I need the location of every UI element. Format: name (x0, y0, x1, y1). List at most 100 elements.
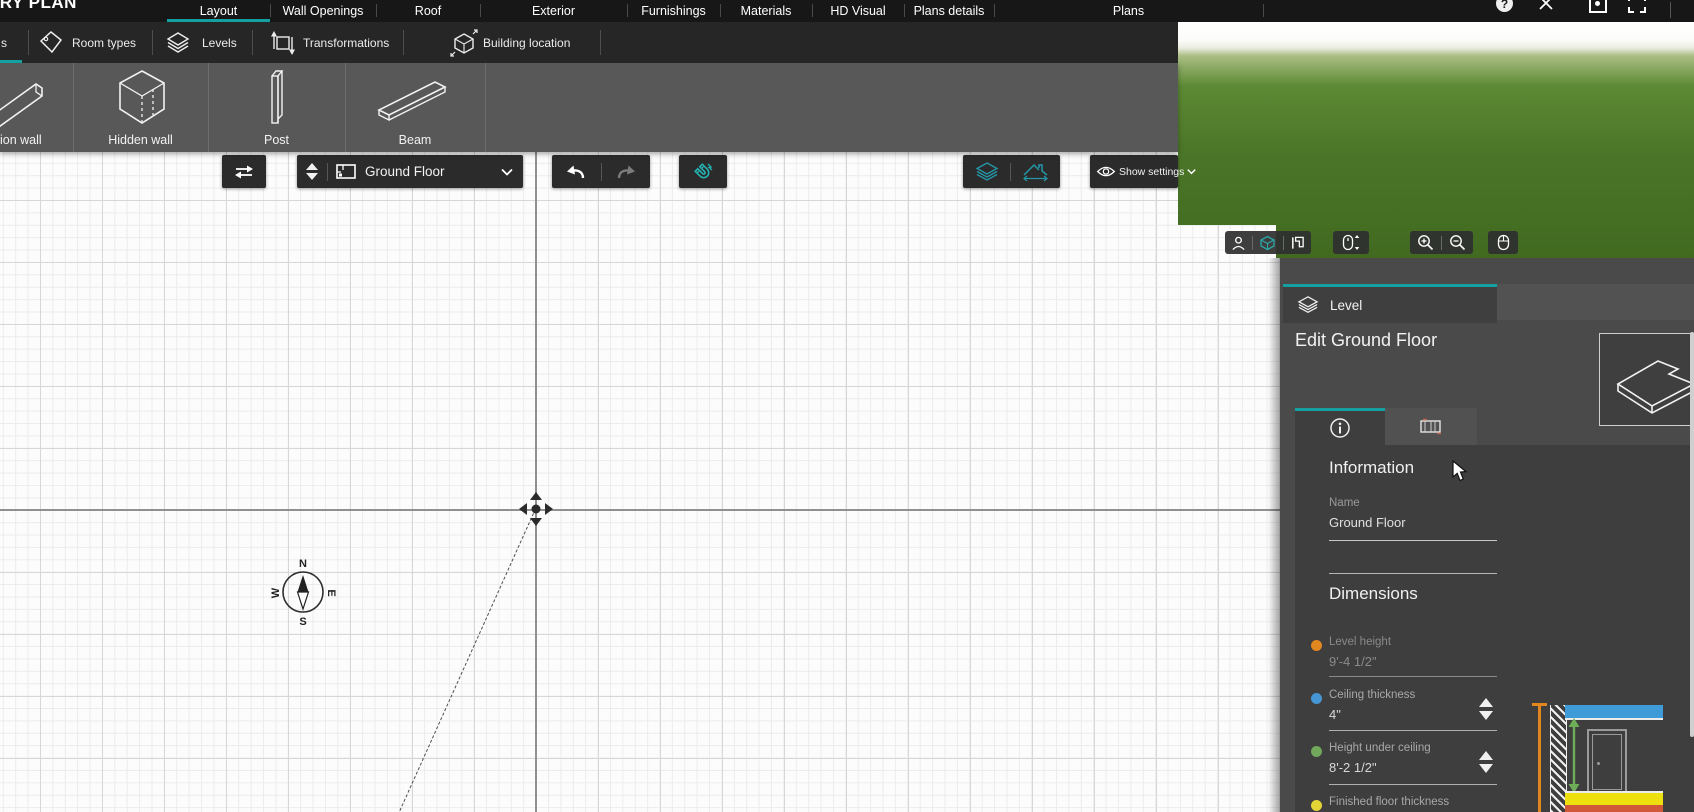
tab-roof[interactable]: Roof (376, 3, 480, 19)
level-edit-panel: Level Edit Ground Floor (1280, 258, 1694, 812)
floor-bar (1565, 793, 1663, 805)
ceiling-thickness-input[interactable]: 4" (1329, 707, 1341, 722)
level-height-line-cap (1532, 703, 1547, 706)
chevron-down-icon (1187, 168, 1196, 175)
panel-edge-shadow (1268, 258, 1280, 812)
hidden-wall-icon (116, 68, 168, 126)
ribbon-item-label: Levels (202, 36, 237, 50)
tab-wall-sections[interactable] (1385, 408, 1477, 445)
tool-partition-wall[interactable]: ion wall (0, 63, 73, 152)
height-under-ceiling-label: Height under ceiling (1329, 742, 1431, 754)
layers-icon (1296, 295, 1320, 315)
ceiling-bar (1565, 705, 1663, 718)
mouse-cursor (1452, 460, 1470, 482)
name-input[interactable]: Ground Floor (1329, 515, 1406, 530)
tab-materials[interactable]: Materials (720, 3, 812, 19)
beam-icon (375, 78, 451, 122)
display-mode-group (963, 155, 1060, 188)
floorplan-canvas[interactable]: N S W E (0, 152, 1280, 812)
title-bar: ORY PLAN Layout Wall Openings Roof Exter… (0, 0, 1694, 22)
svg-text:E: E (325, 589, 337, 596)
mouse-scroll-button[interactable] (1333, 231, 1369, 254)
mouse-icon (1497, 234, 1510, 251)
level-selector-dropdown[interactable]: Ground Floor (297, 155, 523, 188)
orbit-3d-icon[interactable] (1259, 235, 1276, 251)
mouse-scroll-icon (1342, 234, 1360, 251)
tab-furnishings[interactable]: Furnishings (627, 3, 720, 19)
zoom-out-icon[interactable] (1449, 234, 1466, 251)
titlebar-divider (1670, 2, 1671, 18)
reorder-levels-button[interactable] (222, 155, 266, 188)
mouse-settings-button[interactable] (1488, 231, 1518, 254)
info-icon (1329, 417, 1351, 439)
tab-layout[interactable]: Layout (167, 3, 270, 19)
app-window: N S W E Ground Floor (0, 0, 1694, 812)
stepper-down-icon[interactable] (1479, 764, 1493, 773)
active-tab-underline (167, 19, 270, 22)
tab-hd-visual[interactable]: HD Visual (812, 3, 904, 19)
magnetism-toggle-button[interactable] (679, 155, 727, 188)
information-heading: Information (1329, 458, 1414, 478)
panel-scrollbar[interactable] (1690, 332, 1694, 737)
ribbon-item-label: Building location (483, 36, 570, 50)
zoom-in-icon[interactable] (1417, 234, 1434, 251)
height-arrow (1565, 718, 1583, 793)
tag-icon (37, 29, 64, 56)
dimension-dot (1311, 800, 1322, 811)
stepper-up-icon[interactable] (1479, 698, 1493, 707)
snapshot-button[interactable] (1589, 0, 1607, 13)
tool-label: Beam (345, 133, 485, 147)
tab-plans-details[interactable]: Plans details (904, 3, 994, 19)
ceiling-thickness-stepper[interactable] (1479, 698, 1493, 720)
origin-move-marker[interactable] (516, 489, 556, 529)
help-glyph: ? (1501, 0, 1508, 11)
show-settings-button[interactable]: Show settings (1090, 155, 1178, 188)
tool-label: Hidden wall (73, 133, 208, 147)
svg-text:W: W (270, 587, 282, 598)
undo-icon[interactable] (564, 164, 588, 180)
level-height-underline (1329, 676, 1497, 677)
height-under-ceiling-input[interactable]: 8'-2 1/2" (1329, 760, 1377, 775)
elevation-view-icon[interactable] (1290, 235, 1305, 251)
name-label: Name (1329, 497, 1360, 509)
dimension-dot (1311, 746, 1322, 757)
tab-plans[interactable]: Plans (994, 3, 1263, 19)
tab-exterior[interactable]: Exterior (480, 3, 627, 19)
tab-wall-openings[interactable]: Wall Openings (270, 3, 376, 19)
close-icon[interactable] (1538, 0, 1554, 11)
undo-redo-group (552, 155, 650, 188)
zoom-group (1410, 231, 1473, 254)
level-height-label: Level height (1329, 636, 1391, 648)
fullscreen-icon[interactable] (1628, 0, 1646, 13)
levels-view-icon[interactable] (974, 161, 1000, 183)
canvas-horizontal-axis (0, 509, 1280, 511)
section-tool-icon (1420, 418, 1442, 435)
level-spinner[interactable] (306, 163, 318, 180)
stepper-up-icon[interactable] (1479, 751, 1493, 760)
person-view-icon[interactable] (1231, 235, 1246, 251)
tab-row-filler (1497, 284, 1694, 320)
tool-beam[interactable]: Beam (345, 63, 485, 152)
level-height-value: 9'-4 1/2" (1329, 654, 1377, 669)
building-icon (449, 28, 479, 58)
tab-level[interactable]: Level (1283, 284, 1497, 323)
level-height-line (1538, 705, 1541, 812)
help-button[interactable]: ? (1496, 0, 1513, 12)
partial-item-label[interactable]: s (1, 36, 7, 50)
door-handle (1597, 762, 1600, 765)
roof-view-icon[interactable] (1022, 162, 1050, 182)
level-selector-value: Ground Floor (365, 164, 501, 179)
tab-information[interactable] (1295, 408, 1385, 445)
canvas-dashed-guide-line (397, 509, 536, 812)
height-under-ceiling-stepper[interactable] (1479, 751, 1493, 773)
dimension-dot (1311, 640, 1322, 651)
redo-icon[interactable] (614, 164, 638, 180)
stepper-down-icon[interactable] (1479, 711, 1493, 720)
tool-hidden-wall[interactable]: Hidden wall (73, 63, 208, 152)
preview-3d-viewport[interactable] (1178, 22, 1694, 258)
canvas-vertical-axis (535, 152, 537, 812)
ribbon-item-label: Room types (72, 36, 136, 50)
compass: N S W E (267, 555, 339, 627)
tool-post[interactable]: Post (208, 63, 345, 152)
ceiling-thickness-underline (1329, 730, 1497, 731)
